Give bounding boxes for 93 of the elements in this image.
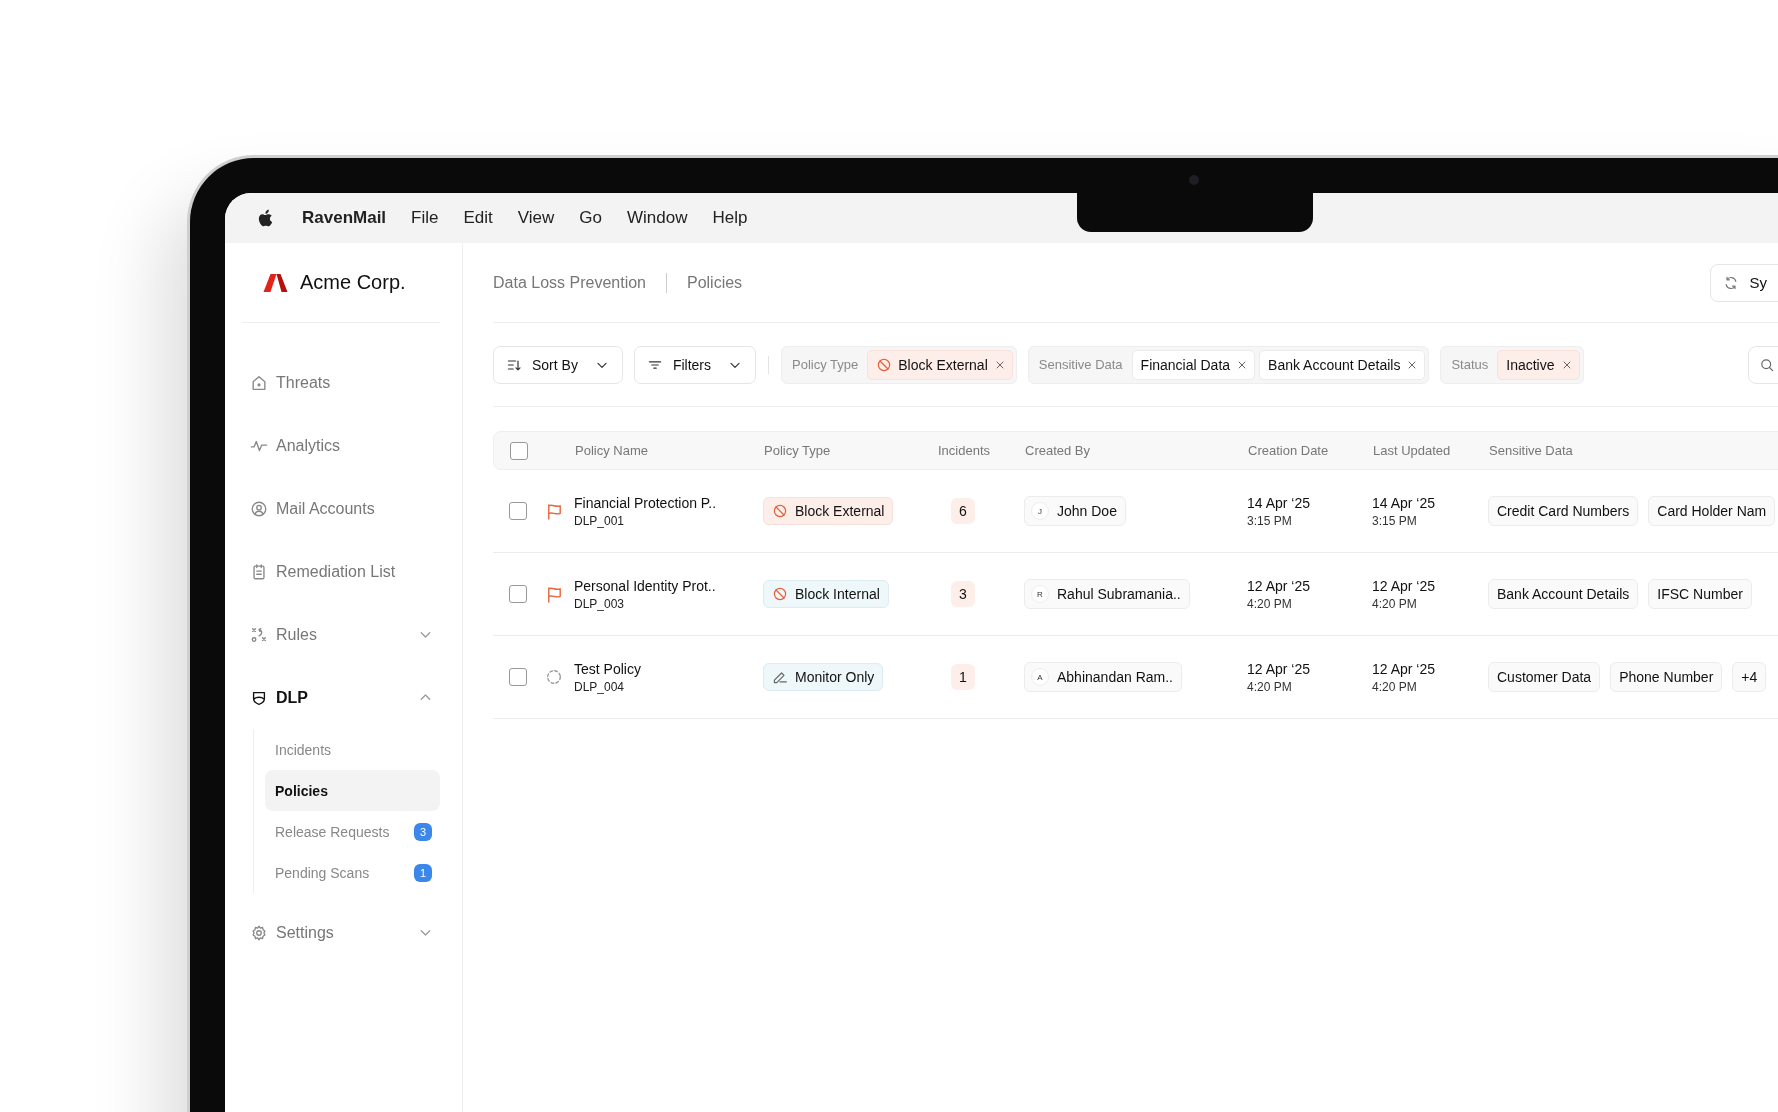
row-checkbox[interactable] (509, 668, 527, 686)
date-text: 14 Apr ‘25 (1247, 494, 1312, 511)
clipboard-icon (250, 562, 268, 581)
nav-subitem[interactable]: Incidents (265, 729, 440, 770)
user-icon (250, 499, 268, 518)
date-text: 12 Apr ‘25 (1247, 577, 1312, 594)
column-header: Policy Name (575, 443, 649, 458)
data-tag: Bank Account Details (1488, 579, 1639, 609)
app-menu[interactable]: RavenMail (302, 208, 387, 228)
data-tag: Phone Number (1610, 662, 1723, 692)
data-tag: Card Holder Nam (1648, 496, 1776, 526)
search-icon (1759, 356, 1775, 373)
nav-subitem[interactable]: Policies (265, 770, 440, 811)
filter-label: Sensitive Data (1037, 357, 1124, 372)
time-text: 4:20 PM (1372, 679, 1418, 694)
time-text: 4:20 PM (1372, 596, 1418, 611)
menu-item[interactable]: View (517, 208, 555, 228)
time-text: 3:15 PM (1247, 513, 1293, 528)
date-text: 12 Apr ‘25 (1372, 577, 1437, 594)
sort-button[interactable]: Sort By (493, 345, 623, 384)
row-checkbox[interactable] (509, 585, 527, 603)
filter-label: Status (1450, 357, 1490, 372)
column-header: Sensitive Data (1489, 443, 1574, 458)
date-text: 14 Apr ‘25 (1372, 494, 1437, 511)
column-header: Last Updated (1373, 443, 1452, 458)
nav-item[interactable]: DLP (242, 666, 440, 729)
time-text: 4:20 PM (1247, 679, 1293, 694)
date-text: 12 Apr ‘25 (1247, 660, 1312, 677)
policy-type-text: Block Internal (795, 586, 880, 602)
policy-id: DLP_003 (574, 596, 626, 611)
date-text: 12 Apr ‘25 (1372, 660, 1437, 677)
policy-name: Financial Protection P.. (574, 494, 718, 511)
nav-item[interactable]: Mail Accounts (242, 477, 440, 540)
policy-type-text: Monitor Only (795, 669, 875, 685)
breadcrumb-item[interactable]: Data Loss Prevention (493, 273, 646, 292)
brand-name: Acme Corp. (300, 271, 406, 294)
time-text: 3:15 PM (1372, 513, 1418, 528)
column-header: Incidents (938, 443, 992, 458)
data-tag: Credit Card Numbers (1488, 496, 1639, 526)
policy-name: Test Policy (574, 660, 642, 677)
filter-chip[interactable]: Inactive (1497, 349, 1580, 380)
count-badge: 3 (414, 822, 432, 841)
pen-icon (772, 669, 788, 685)
menu-item[interactable]: Window (627, 208, 688, 228)
nav-subitem[interactable]: Pending Scans 1 (265, 852, 440, 893)
logo-icon (263, 272, 288, 293)
nav-item[interactable]: Remediation List (242, 540, 440, 603)
nav-item[interactable]: Threats (242, 351, 440, 414)
count-badge: 1 (414, 863, 432, 882)
data-tag: IFSC Number (1648, 579, 1752, 609)
home-icon (250, 373, 268, 392)
user-name: Rahul Subramania.. (1057, 586, 1181, 602)
avatar: J (1031, 502, 1049, 520)
policy-id: DLP_001 (574, 513, 626, 528)
row-checkbox[interactable] (509, 502, 527, 520)
nav-subitem[interactable]: Release Requests 3 (265, 811, 440, 852)
data-tag: Customer Data (1488, 662, 1601, 692)
time-text: 4:20 PM (1247, 596, 1293, 611)
incident-count: 6 (951, 498, 975, 524)
nav-item[interactable]: Settings (242, 901, 440, 964)
nav-item[interactable]: Rules (242, 603, 440, 666)
block-icon (876, 356, 893, 373)
camera-dot (1189, 175, 1199, 185)
data-tag: +4 (1732, 662, 1767, 692)
filter-chip[interactable]: Bank Account Details (1259, 349, 1426, 380)
avatar: A (1031, 668, 1049, 686)
select-all-checkbox[interactable] (510, 441, 528, 460)
menu-item[interactable]: Edit (463, 208, 493, 228)
settings-icon (250, 923, 268, 942)
policy-type-text: Block External (795, 503, 885, 519)
sync-button[interactable]: Sy (1710, 263, 1778, 302)
menu-item[interactable]: Go (579, 208, 603, 228)
incident-count: 3 (951, 581, 975, 607)
avatar: R (1031, 585, 1049, 603)
filters-button[interactable]: Filters (633, 345, 757, 384)
strategy-icon (250, 625, 268, 644)
incident-count: 1 (951, 664, 975, 690)
menu-item[interactable]: File (411, 208, 439, 228)
column-header: Creation Date (1248, 443, 1330, 458)
policy-name: Personal Identity Prot.. (574, 577, 717, 594)
filter-chip[interactable]: Financial Data (1131, 349, 1256, 380)
column-header: Policy Type (764, 443, 832, 458)
policy-id: DLP_004 (574, 679, 626, 694)
column-header: Created By (1025, 443, 1092, 458)
filter-label: Policy Type (791, 357, 860, 372)
block-icon (772, 503, 788, 519)
menu-item[interactable]: Help (712, 208, 748, 228)
breadcrumb-item[interactable]: Policies (687, 273, 743, 292)
filter-chip[interactable]: Block External (867, 349, 1013, 380)
nav-item[interactable]: Analytics (242, 414, 440, 477)
block-icon (772, 586, 788, 602)
user-name: John Doe (1057, 503, 1117, 519)
user-name: Abhinandan Ram.. (1057, 669, 1173, 685)
